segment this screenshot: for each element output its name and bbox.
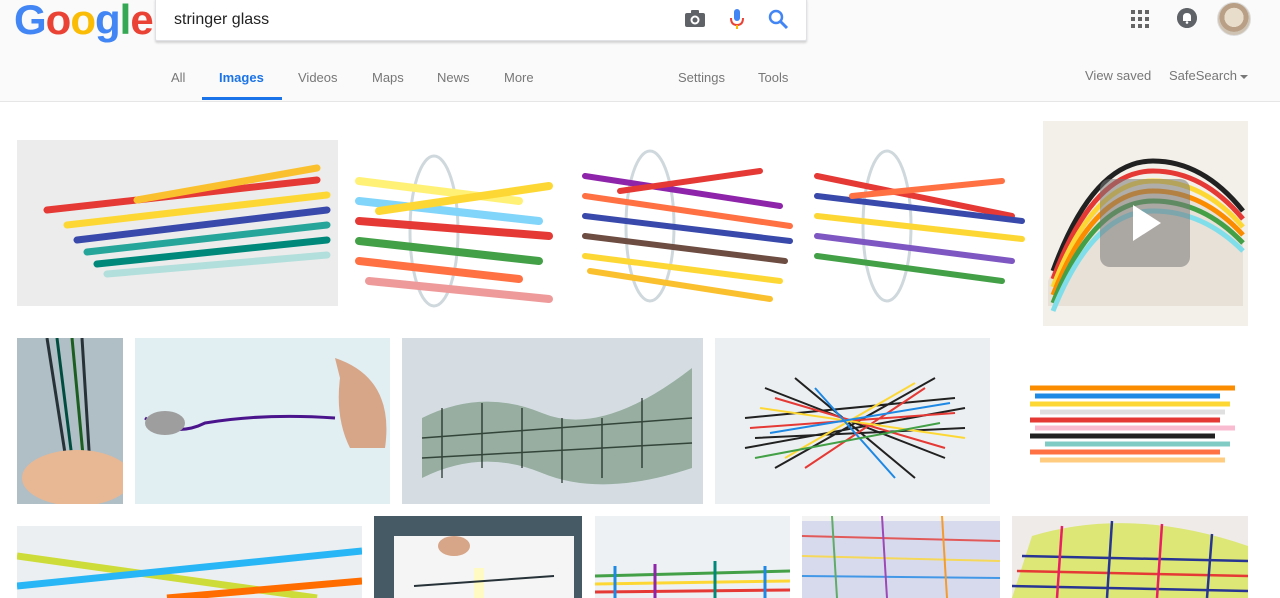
hand-holding-stringers: [17, 338, 123, 504]
image-result[interactable]: [17, 526, 362, 598]
tab-news[interactable]: News: [437, 70, 470, 97]
logo-letter: l: [119, 0, 132, 43]
tab-more[interactable]: More: [504, 70, 534, 97]
image-result[interactable]: [349, 121, 567, 326]
image-result[interactable]: [715, 338, 990, 504]
logo-letter: G: [14, 0, 47, 43]
search-box: [155, 0, 807, 41]
tangled-stringer-nest: [744, 377, 966, 479]
colored-stringers-pile: [1030, 385, 1235, 463]
logo-letter: g: [94, 0, 121, 43]
logo-letter: e: [130, 0, 153, 43]
tab-all[interactable]: All: [171, 70, 185, 97]
glass-rods-in-tube-1: [355, 154, 553, 308]
tab-maps[interactable]: Maps: [372, 70, 404, 97]
image-result[interactable]: [374, 516, 582, 598]
glass-rods-in-tube-3: [814, 149, 1025, 303]
tab-videos[interactable]: Videos: [298, 70, 338, 97]
image-result[interactable]: [802, 516, 1000, 598]
image-result[interactable]: [580, 121, 798, 326]
active-tab-indicator: [202, 97, 282, 100]
tab-images[interactable]: Images: [219, 70, 264, 97]
glass-rods-in-tube-2: [582, 149, 793, 303]
search-icon[interactable]: [765, 6, 791, 32]
mic-icon[interactable]: [724, 6, 750, 32]
image-result[interactable]: [595, 516, 790, 598]
plaid-bowl-2: [802, 516, 1000, 598]
chevron-down-icon: [1239, 74, 1248, 79]
play-icon[interactable]: [1100, 179, 1190, 267]
glass-rods-bundle: [43, 164, 331, 278]
pulling-stringer: [144, 358, 387, 448]
image-result[interactable]: [17, 338, 123, 504]
woven-plaid-glass: [421, 368, 693, 485]
search-input[interactable]: [172, 6, 656, 34]
torch-pulling-demo: [374, 516, 582, 598]
image-result[interactable]: [1010, 338, 1248, 504]
image-result[interactable]: [135, 338, 390, 504]
image-result[interactable]: [402, 338, 703, 504]
safesearch-label: SafeSearch: [1169, 68, 1237, 83]
safesearch-dropdown[interactable]: SafeSearch: [1169, 68, 1248, 83]
settings-button[interactable]: Settings: [678, 70, 725, 97]
logo-letter: o: [70, 0, 96, 43]
google-logo[interactable]: Google: [14, 0, 154, 44]
apps-icon[interactable]: [1131, 10, 1149, 28]
camera-icon[interactable]: [682, 6, 708, 32]
view-saved-link[interactable]: View saved: [1085, 68, 1151, 83]
avatar[interactable]: [1217, 2, 1251, 36]
plaid-bowl-3: [1012, 520, 1248, 598]
image-result[interactable]: [17, 140, 338, 306]
notifications-icon[interactable]: [1177, 8, 1197, 28]
blue-orange-rods: [17, 547, 362, 598]
top-bar: Google All Images Videos Maps News: [0, 0, 1280, 102]
plaid-bowl-1: [595, 561, 790, 598]
video-result[interactable]: [1043, 121, 1248, 326]
image-result[interactable]: [1012, 516, 1248, 598]
tools-button[interactable]: Tools: [758, 70, 788, 97]
logo-letter: o: [45, 0, 72, 43]
image-result[interactable]: [812, 121, 1030, 326]
